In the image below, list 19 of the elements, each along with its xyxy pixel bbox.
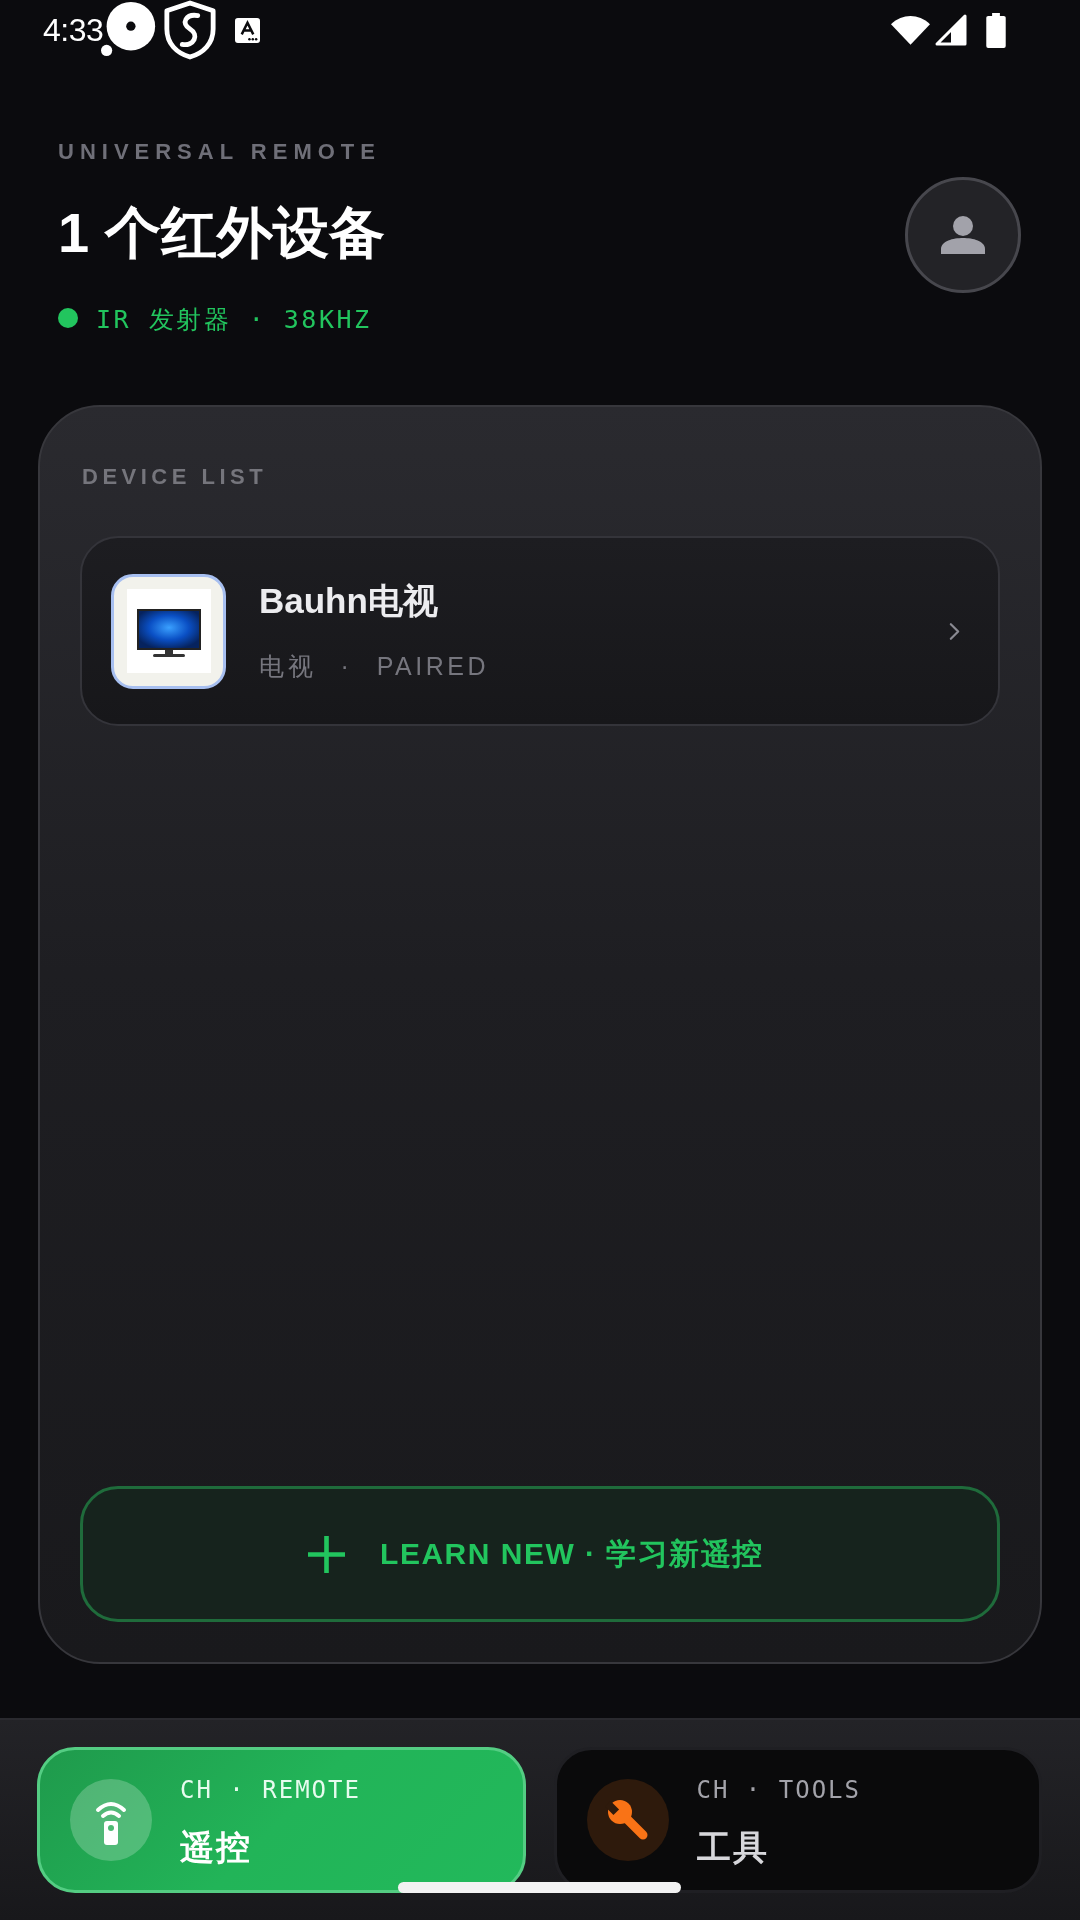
signal-icon bbox=[935, 14, 967, 46]
chevron-icon bbox=[949, 621, 960, 641]
tools-tab[interactable]: CH · TOOLS 工具 bbox=[553, 1747, 1042, 1893]
app-eyebrow: UNIVERSAL REMOTE bbox=[58, 138, 382, 166]
section-title: DEVICE LIST bbox=[81, 463, 268, 491]
app-notification-icon bbox=[235, 18, 261, 43]
page-title: 1 个红外设备 bbox=[58, 201, 385, 265]
device-name: Bauhn电视 bbox=[259, 580, 438, 622]
device-subtitle: 电视 · PAIRED bbox=[259, 651, 489, 682]
status-time: 4:33 bbox=[43, 11, 104, 50]
wifi-icon bbox=[891, 15, 930, 45]
plus-icon bbox=[308, 1535, 346, 1573]
learn-new-button[interactable]: LEARN NEW · 学习新遥控 bbox=[80, 1486, 1000, 1622]
tv-icon bbox=[111, 573, 226, 689]
person-icon bbox=[941, 216, 985, 254]
shield-icon bbox=[163, 0, 218, 60]
device-list-item[interactable]: Bauhn电视 电视 · PAIRED bbox=[80, 536, 1000, 726]
emitter-status: IR 发射器 · 38KHZ bbox=[96, 304, 372, 336]
battery-icon bbox=[986, 12, 1006, 48]
